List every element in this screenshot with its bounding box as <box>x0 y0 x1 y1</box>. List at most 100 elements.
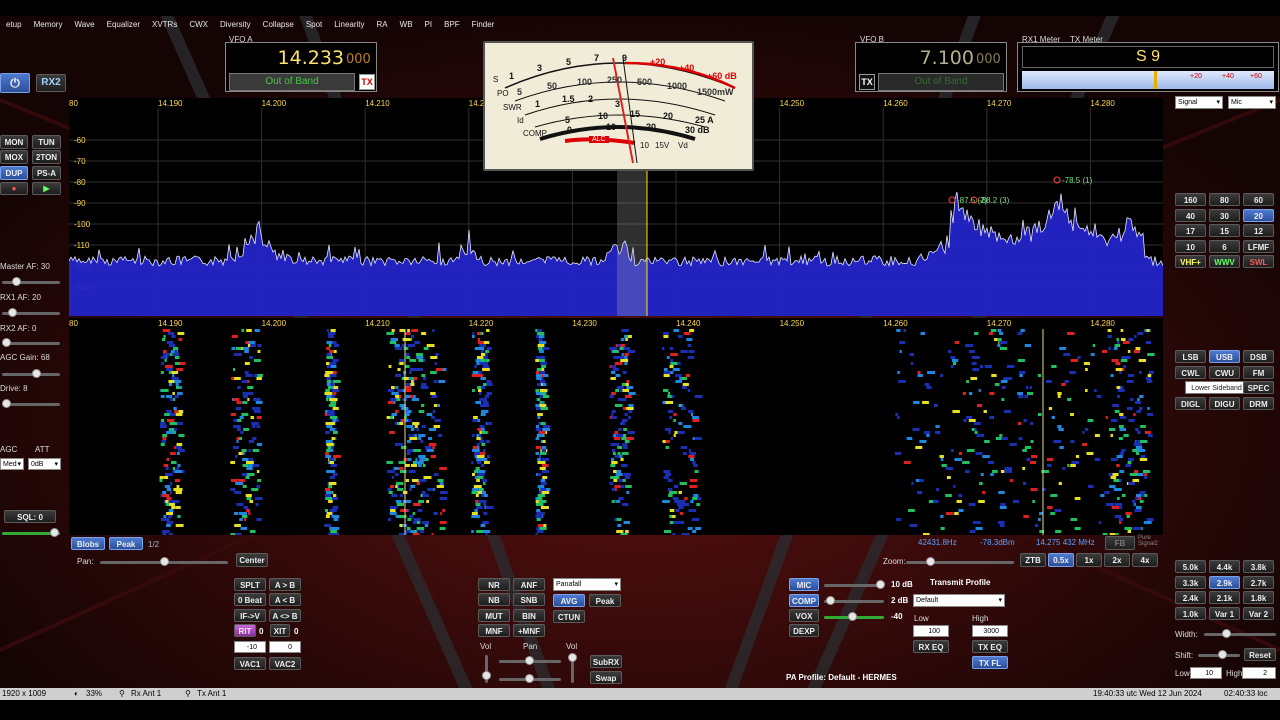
mox-button[interactable]: MOX <box>0 150 28 164</box>
status-tx-antenna[interactable]: Tx Ant 1 <box>197 688 226 700</box>
subrx-pan-knob[interactable] <box>525 656 534 665</box>
master-af-knob[interactable] <box>12 277 21 286</box>
band-button-swl[interactable]: SWL <box>1243 255 1274 268</box>
subrx-pan-slider[interactable] <box>499 656 561 665</box>
mnf-button[interactable]: MNF <box>478 624 510 637</box>
menu-item-diversity[interactable]: Diversity <box>214 16 257 34</box>
menu-item-bpf[interactable]: BPF <box>438 16 466 34</box>
waterfall[interactable] <box>69 329 1163 535</box>
nr-button[interactable]: NR <box>478 578 510 591</box>
subrx-vol2-knob[interactable] <box>568 653 577 662</box>
master-af-slider[interactable] <box>2 277 60 286</box>
menu-item-memory[interactable]: Memory <box>28 16 69 34</box>
sql-button[interactable]: SQL: 0 <box>4 510 56 523</box>
filter-button-3-3k[interactable]: 3.3k <box>1175 575 1206 589</box>
vfo-a-frequency-sub[interactable]: 000 <box>346 52 374 67</box>
band-button-20[interactable]: 20 <box>1243 208 1274 222</box>
subrx-pan2-slider[interactable] <box>499 674 561 683</box>
agc-gain-slider[interactable] <box>2 369 60 378</box>
filter-button-2-7k[interactable]: 2.7k <box>1243 575 1274 589</box>
rit-spin[interactable]: -10 <box>234 641 266 653</box>
pan-knob[interactable] <box>160 557 169 566</box>
band-button-40[interactable]: 40 <box>1175 208 1206 222</box>
blobs-button[interactable]: Blobs <box>71 537 105 550</box>
rit-button[interactable]: RIT <box>234 624 256 637</box>
menu-item-wb[interactable]: WB <box>394 16 419 34</box>
menu-item-pi[interactable]: PI <box>419 16 439 34</box>
filter-button-var-2[interactable]: Var 2 <box>1243 606 1274 620</box>
subrx-vol-slider[interactable] <box>482 655 491 683</box>
tun-button[interactable]: TUN <box>32 135 61 149</box>
sql-knob[interactable] <box>50 528 59 537</box>
comp-knob[interactable] <box>826 596 835 605</box>
vfo-a-display[interactable]: 14.233 000 Out of Band TX <box>225 42 377 92</box>
filter-button-1-8k[interactable]: 1.8k <box>1243 591 1274 604</box>
zoom-05x-button[interactable]: 0.5x <box>1048 553 1074 567</box>
rx1-af-slider[interactable] <box>2 308 60 317</box>
zoom-knob[interactable] <box>926 557 935 566</box>
nb-button[interactable]: NB <box>478 593 510 606</box>
menu-item-spot[interactable]: Spot <box>300 16 328 34</box>
mode-button-dsb[interactable]: DSB <box>1243 350 1274 363</box>
menu-item-xvtrs[interactable]: XVTRs <box>146 16 183 34</box>
vox-button[interactable]: VOX <box>789 609 819 622</box>
mode-button-spec[interactable]: SPEC <box>1243 381 1274 394</box>
pan-slider[interactable] <box>100 557 228 566</box>
anf-button[interactable]: ANF <box>513 578 545 591</box>
status-rx-antenna[interactable]: Rx Ant 1 <box>131 688 161 700</box>
menu-item-cwx[interactable]: CWX <box>183 16 214 34</box>
ztb-button[interactable]: ZTB <box>1020 553 1046 567</box>
meter-mic-select[interactable]: Mic <box>1228 96 1276 109</box>
a-swap-b-button[interactable]: A <> B <box>269 609 301 622</box>
xit-spin[interactable]: 0 <box>269 641 301 653</box>
fb-button[interactable]: FB <box>1105 536 1135 550</box>
mode-button-usb[interactable]: USB <box>1209 350 1240 363</box>
band-button-lfmf[interactable]: LFMF <box>1243 239 1274 253</box>
band-button-17[interactable]: 17 <box>1175 224 1206 237</box>
rx2-button[interactable]: RX2 <box>36 74 66 92</box>
tx-eq-button[interactable]: TX EQ <box>972 640 1008 653</box>
mode-button-digl[interactable]: DIGL <box>1175 396 1206 410</box>
dup-button[interactable]: DUP <box>0 166 28 180</box>
split-button[interactable]: SPLT <box>234 578 266 591</box>
psa-button[interactable]: PS-A <box>32 166 61 180</box>
menu-item-finder[interactable]: Finder <box>466 16 501 34</box>
subrx-swap-button[interactable]: Swap <box>590 671 622 684</box>
filter-high-input[interactable]: 2 <box>1242 667 1276 679</box>
vfo-a-tx-badge[interactable]: TX <box>359 74 375 90</box>
if-to-v-button[interactable]: IF->V <box>234 609 266 622</box>
band-button-10[interactable]: 10 <box>1175 239 1206 253</box>
filter-button-5-0k[interactable]: 5.0k <box>1175 560 1206 573</box>
filter-shift-knob[interactable] <box>1218 650 1227 659</box>
mode-button-lsb[interactable]: LSB <box>1175 350 1206 363</box>
filter-width-slider[interactable] <box>1204 629 1276 638</box>
plus-mnf-button[interactable]: +MNF <box>513 624 545 637</box>
filter-button-2-1k[interactable]: 2.1k <box>1209 591 1240 604</box>
band-button-60[interactable]: 60 <box>1243 193 1274 206</box>
filter-button-var-1[interactable]: Var 1 <box>1209 606 1240 620</box>
rx-eq-button[interactable]: RX EQ <box>913 640 949 653</box>
peak-button[interactable]: Peak <box>109 537 143 550</box>
sql-slider[interactable] <box>2 528 60 537</box>
mode-button-fm[interactable]: FM <box>1243 365 1274 379</box>
zero-beat-button[interactable]: 0 Beat <box>234 593 266 606</box>
band-button-15[interactable]: 15 <box>1209 224 1240 237</box>
band-button-160[interactable]: 160 <box>1175 193 1206 206</box>
play-button[interactable]: ▶ <box>32 182 61 195</box>
xit-button[interactable]: XIT <box>270 624 290 637</box>
dexp-button[interactable]: DEXP <box>789 624 819 637</box>
vox-knob[interactable] <box>848 612 857 621</box>
filter-button-2-4k[interactable]: 2.4k <box>1175 591 1206 604</box>
agc-gain-knob[interactable] <box>32 369 41 378</box>
mode-button-digu[interactable]: DIGU <box>1209 396 1240 410</box>
tx-low-input[interactable]: 100 <box>913 625 949 637</box>
menu-item-ra[interactable]: RA <box>371 16 394 34</box>
transmit-profile-select[interactable]: Default <box>913 594 1005 607</box>
comp-slider[interactable] <box>824 596 884 605</box>
band-button-vhfplus[interactable]: VHF+ <box>1175 255 1206 268</box>
tx-filter-button[interactable]: TX FL <box>972 656 1008 669</box>
mut-button[interactable]: MUT <box>478 609 510 622</box>
menu-item-linearity[interactable]: Linearity <box>328 16 370 34</box>
mode-button-cwl[interactable]: CWL <box>1175 365 1206 379</box>
rx2-af-knob[interactable] <box>2 338 11 347</box>
